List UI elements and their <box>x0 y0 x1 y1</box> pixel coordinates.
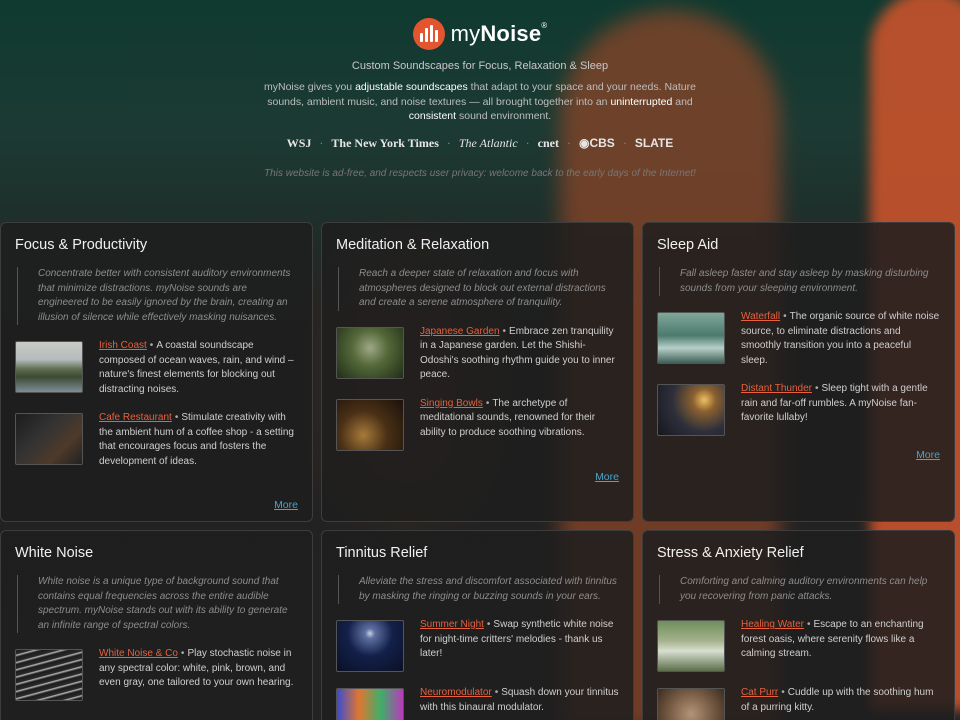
link-summer-night[interactable]: Summer Night <box>420 619 484 630</box>
list-item: Distant Thunder • Sleep tight with a gentl… <box>657 382 940 436</box>
list-item: Waterfall • The organic source of white no… <box>657 310 940 368</box>
press-logo-cnet: cnet <box>537 135 559 150</box>
thumbnail-singing-bowls[interactable] <box>336 398 404 451</box>
card-title: Sleep Aid <box>657 237 719 253</box>
press-logo-cbs: ◉CBS <box>578 136 615 150</box>
more-link-meditation[interactable]: More <box>595 471 619 483</box>
thumbnail-cafe-restaurant[interactable] <box>15 413 83 465</box>
logo-wordmark: myNoise® <box>450 21 548 46</box>
list-item: White Noise & Co • Play stochastic noise i… <box>15 647 298 701</box>
privacy-note: This website is ad-free, and respects us… <box>264 167 696 179</box>
list-item: Cat Purr • Cuddle up with the soothing hum… <box>657 686 940 720</box>
press-logo-atlantic: The Atlantic <box>458 135 518 150</box>
list-item: Healing Water • Escape to an enchanting fo… <box>657 618 940 672</box>
category-card-tinnitus: Tinnitus Relief Alleviate the stress and… <box>321 530 634 720</box>
card-title: Stress & Anxiety Relief <box>657 545 804 561</box>
category-card-white-noise: White Noise White noise is a unique type… <box>0 530 313 720</box>
thumbnail-japanese-garden[interactable] <box>336 326 404 379</box>
thumbnail-neuromodulator[interactable] <box>336 688 404 720</box>
link-japanese-garden[interactable]: Japanese Garden <box>420 326 500 337</box>
tagline: Custom Soundscapes for Focus, Relaxation… <box>351 60 609 72</box>
site-header: myNoise® Custom Soundscapes for Focus, R… <box>0 0 960 210</box>
card-description: Reach a deeper state of relaxation and f… <box>338 267 619 311</box>
thumbnail-healing-water[interactable] <box>657 620 725 672</box>
category-card-sleep: Sleep Aid Fall asleep faster and stay as… <box>642 222 955 522</box>
link-distant-thunder[interactable]: Distant Thunder <box>741 383 812 394</box>
equalizer-icon <box>412 18 445 50</box>
press-logo-nyt: The New York Times <box>331 135 439 150</box>
link-cafe-restaurant[interactable]: Cafe Restaurant <box>99 412 172 423</box>
category-card-meditation: Meditation & Relaxation Reach a deeper s… <box>321 222 634 522</box>
link-white-noise[interactable]: White Noise & Co <box>99 648 178 659</box>
link-neuromodulator[interactable]: Neuromodulator <box>420 687 492 698</box>
card-description: Comforting and calming auditory environm… <box>659 575 940 604</box>
card-title: White Noise <box>15 545 94 561</box>
category-card-focus: Focus & Productivity Concentrate better … <box>0 222 313 522</box>
card-title: Tinnitus Relief <box>336 545 428 561</box>
link-waterfall[interactable]: Waterfall <box>741 311 780 322</box>
card-title: Focus & Productivity <box>15 237 148 253</box>
link-healing-water[interactable]: Healing Water <box>741 619 804 630</box>
link-cat-purr[interactable]: Cat Purr <box>741 687 778 698</box>
link-irish-coast[interactable]: Irish Coast <box>99 340 147 351</box>
list-item: Cafe Restaurant • Stimulate creativity wit… <box>15 411 298 469</box>
list-item: Summer Night • Swap synthetic white noise … <box>336 618 619 672</box>
card-description: Alleviate the stress and discomfort asso… <box>338 575 619 604</box>
press-logos: WSJ · The New York Times · The Atlantic … <box>286 135 674 151</box>
card-description: White noise is a unique type of backgrou… <box>17 575 298 633</box>
list-item: Neuromodulator • Squash down your tinnitus… <box>336 686 619 720</box>
card-description: Fall asleep faster and stay asleep by ma… <box>659 267 940 296</box>
list-item: Irish Coast • A coastal soundscape compose… <box>15 339 298 397</box>
category-card-stress: Stress & Anxiety Relief Comforting and c… <box>642 530 955 720</box>
category-grid: Focus & Productivity Concentrate better … <box>0 222 960 720</box>
press-logo-slate: SLATE <box>634 136 674 150</box>
press-logo-wsj: WSJ <box>286 135 312 150</box>
thumbnail-distant-thunder[interactable] <box>657 384 725 436</box>
thumbnail-white-noise[interactable] <box>15 649 83 701</box>
card-description: Concentrate better with consistent audit… <box>17 267 298 325</box>
logo[interactable]: myNoise® <box>0 0 960 50</box>
list-item: Japanese Garden • Embrace zen tranquility … <box>336 325 619 383</box>
thumbnail-summer-night[interactable] <box>336 620 404 672</box>
more-link-sleep[interactable]: More <box>916 449 940 461</box>
card-title: Meditation & Relaxation <box>336 237 490 253</box>
more-link-focus[interactable]: More <box>274 499 298 511</box>
intro-text: myNoise gives you adjustable soundscapes… <box>264 81 696 122</box>
thumbnail-cat-purr[interactable] <box>657 688 725 720</box>
thumbnail-waterfall[interactable] <box>657 312 725 364</box>
thumbnail-irish-coast[interactable] <box>15 341 83 393</box>
list-item: Singing Bowls • The archetype of meditatio… <box>336 397 619 451</box>
link-singing-bowls[interactable]: Singing Bowls <box>420 398 483 409</box>
